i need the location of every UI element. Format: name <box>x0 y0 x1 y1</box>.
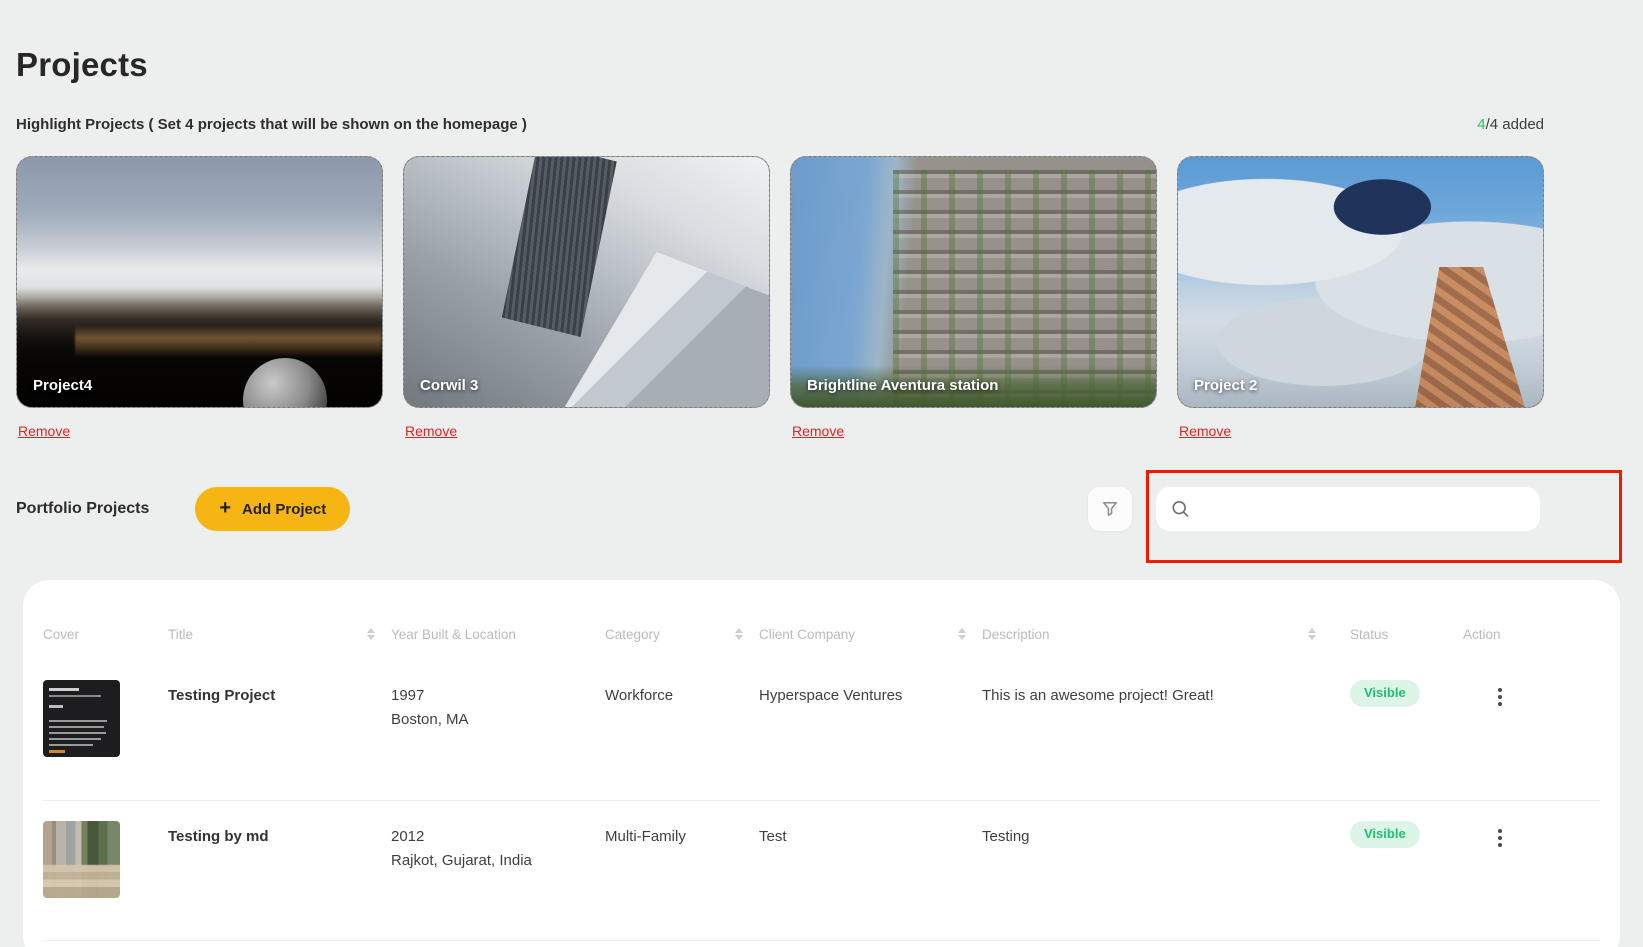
highlight-count: 4/4 added <box>1477 116 1544 133</box>
page-title: Projects <box>0 0 1643 84</box>
highlight-card-corwil3: Corwil 3 <box>403 156 770 408</box>
sort-arrows-icon <box>1308 628 1316 640</box>
highlight-count-suffix: /4 added <box>1486 116 1544 133</box>
cover-cell <box>43 801 168 898</box>
add-project-button[interactable]: + Add Project <box>195 487 350 531</box>
filter-button[interactable] <box>1088 487 1132 531</box>
remove-link[interactable]: Remove <box>792 423 844 439</box>
sort-arrows-icon <box>958 628 966 640</box>
status-badge: Visible <box>1350 680 1420 707</box>
description-cell: Testing <box>982 801 1332 849</box>
status-badge: Visible <box>1350 821 1420 848</box>
table-bottom-divider <box>43 940 1600 947</box>
kebab-menu-icon[interactable] <box>1487 825 1513 851</box>
project-cover-image <box>1178 157 1543 407</box>
highlight-card-label: Corwil 3 <box>420 377 478 394</box>
plus-icon: + <box>219 498 231 518</box>
column-header-client-company[interactable]: Client Company <box>759 627 982 642</box>
category-cell: Workforce <box>605 660 759 708</box>
highlight-card-project2: Project 2 <box>1177 156 1544 408</box>
highlight-card-column: Project 2 Remove <box>1177 156 1544 441</box>
location: Rajkot, Gujarat, India <box>391 849 605 873</box>
column-header-year-location: Year Built & Location <box>391 627 605 642</box>
table-tools <box>1088 487 1544 531</box>
sort-arrows-icon <box>367 628 375 640</box>
cover-cell <box>43 660 168 757</box>
project-cover-image <box>404 157 769 407</box>
remove-link[interactable]: Remove <box>18 423 70 439</box>
remove-link[interactable]: Remove <box>405 423 457 439</box>
year-location-cell: 2012 Rajkot, Gujarat, India <box>391 801 605 873</box>
year-built: 1997 <box>391 684 605 708</box>
column-header-title[interactable]: Title <box>168 627 391 642</box>
highlight-card-brightline: Brightline Aventura station <box>790 156 1157 408</box>
portfolio-heading: Portfolio Projects <box>16 500 149 518</box>
column-header-cover: Cover <box>43 627 168 642</box>
column-header-category[interactable]: Category <box>605 627 759 642</box>
sort-arrows-icon <box>735 628 743 640</box>
portfolio-toolbar: Portfolio Projects + Add Project <box>16 487 1544 531</box>
category-cell: Multi-Family <box>605 801 759 849</box>
highlight-count-number: 4 <box>1477 116 1485 133</box>
table-row: Testing Project 1997 Boston, MA Workforc… <box>43 660 1600 800</box>
highlight-card-column: Project4 Remove <box>16 156 383 441</box>
cover-image <box>43 821 120 898</box>
project-cover-image <box>791 157 1156 407</box>
cover-image <box>43 680 120 757</box>
magnifier-icon <box>1171 500 1190 519</box>
client-company-cell: Test <box>759 801 982 849</box>
highlight-card-label: Brightline Aventura station <box>807 377 998 394</box>
year-built: 2012 <box>391 825 605 849</box>
year-location-cell: 1997 Boston, MA <box>391 660 605 732</box>
kebab-menu-icon[interactable] <box>1487 684 1513 710</box>
search-input[interactable] <box>1156 487 1540 531</box>
location: Boston, MA <box>391 708 605 732</box>
remove-link[interactable]: Remove <box>1179 423 1231 439</box>
client-company-cell: Hyperspace Ventures <box>759 660 982 708</box>
title-cell: Testing by md <box>168 801 391 849</box>
column-header-description[interactable]: Description <box>982 627 1332 642</box>
highlight-cards-row: Project4 Remove Corwil 3 Remove Brightli… <box>16 156 1544 441</box>
action-cell <box>1447 801 1600 851</box>
highlight-card-label: Project4 <box>33 377 92 394</box>
table-row: Testing by md 2012 Rajkot, Gujarat, Indi… <box>43 800 1600 940</box>
table-header-row: Cover Title Year Built & Location Catego… <box>43 580 1600 660</box>
status-cell: Visible <box>1332 660 1447 707</box>
highlight-header: Highlight Projects ( Set 4 projects that… <box>16 116 1544 133</box>
description-cell: This is an awesome project! Great! <box>982 660 1332 708</box>
highlight-card-column: Brightline Aventura station Remove <box>790 156 1157 441</box>
highlight-card-project4: Project4 <box>16 156 383 408</box>
funnel-icon <box>1100 499 1120 519</box>
highlight-card-label: Project 2 <box>1194 377 1257 394</box>
column-header-action: Action <box>1447 627 1600 642</box>
search-field-wrapper <box>1156 487 1540 531</box>
portfolio-projects-table: Cover Title Year Built & Location Catego… <box>23 580 1620 947</box>
project-cover-image <box>17 157 382 407</box>
highlight-card-column: Corwil 3 Remove <box>403 156 770 441</box>
add-project-button-label: Add Project <box>242 501 326 518</box>
highlight-heading: Highlight Projects ( Set 4 projects that… <box>16 116 527 133</box>
status-cell: Visible <box>1332 801 1447 848</box>
column-header-status: Status <box>1332 627 1447 642</box>
action-cell <box>1447 660 1600 710</box>
title-cell: Testing Project <box>168 660 391 708</box>
projects-page: Projects Highlight Projects ( Set 4 proj… <box>0 0 1643 947</box>
